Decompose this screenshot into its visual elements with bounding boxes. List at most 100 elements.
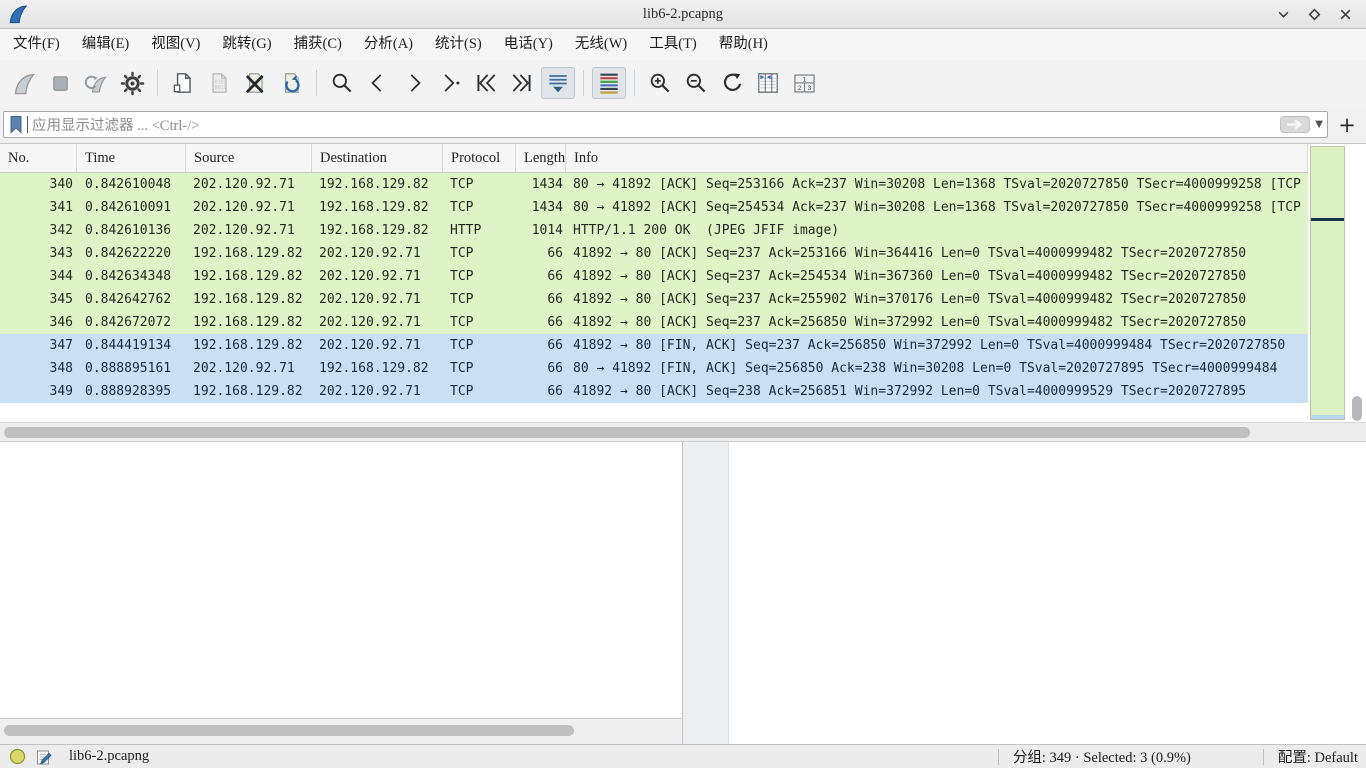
go-forward-button[interactable] (397, 67, 431, 99)
search-icon (329, 70, 355, 96)
menu-item-edit[interactable]: 编辑(E) (71, 29, 141, 60)
column-header-info[interactable]: Info (566, 144, 1308, 172)
zoom-reset-button[interactable] (715, 67, 749, 99)
expert-info-icon[interactable] (9, 748, 26, 765)
menu-item-go[interactable]: 跳转(G) (211, 29, 282, 60)
minimap-selection (1311, 415, 1344, 419)
reload-file-button[interactable] (274, 67, 308, 99)
pane-splitter[interactable] (683, 442, 729, 744)
packet-row[interactable]: 3440.842634348192.168.129.82202.120.92.7… (0, 265, 1308, 288)
start-capture-button[interactable] (7, 67, 41, 99)
menu-item-help[interactable]: 帮助(H) (708, 29, 779, 60)
packet-details-pane[interactable] (0, 442, 682, 719)
packet-row[interactable]: 3450.842642762192.168.129.82202.120.92.7… (0, 288, 1308, 311)
packet-no: 344 (0, 265, 77, 288)
packet-row[interactable]: 3490.888928395192.168.129.82202.120.92.7… (0, 380, 1308, 403)
filter-placeholder: 应用显示过滤器 ... <Ctrl-/> (32, 114, 1274, 135)
colorize-packets-button[interactable] (592, 67, 626, 99)
packet-list-hscrollbar[interactable] (0, 422, 1366, 442)
packet-bytes-pane[interactable] (729, 442, 1366, 744)
packet-length: 66 (516, 311, 566, 334)
packet-info: 41892 → 80 [ACK] Seq=237 Ack=255902 Win=… (566, 288, 1308, 311)
packet-row[interactable]: 3410.842610091202.120.92.71192.168.129.8… (0, 196, 1308, 219)
packet-row[interactable]: 3460.842672072192.168.129.82202.120.92.7… (0, 311, 1308, 334)
save-file-button[interactable]: 01010011 (202, 67, 236, 99)
intelligent-scrollbar-map[interactable] (1310, 146, 1345, 420)
window-title: lib6-2.pcapng (0, 6, 1366, 23)
zoom-in-button[interactable] (643, 67, 677, 99)
packet-info: 41892 → 80 [ACK] Seq=238 Ack=256851 Win=… (566, 380, 1308, 403)
column-header-time[interactable]: Time (77, 144, 186, 172)
go-first-packet-button[interactable] (469, 67, 503, 99)
go-to-packet-button[interactable] (433, 67, 467, 99)
packet-row[interactable]: 3420.842610136202.120.92.71192.168.129.8… (0, 219, 1308, 242)
menu-item-view[interactable]: 视图(V) (140, 29, 211, 60)
filter-dropdown-icon[interactable]: ▼ (1315, 119, 1323, 130)
packet-row[interactable]: 3430.842622220192.168.129.82202.120.92.7… (0, 242, 1308, 265)
menu-item-analyze[interactable]: 分析(A) (353, 29, 424, 60)
capture-options-button[interactable] (115, 67, 149, 99)
zoom-reset-icon (719, 70, 745, 96)
open-file-icon (170, 70, 196, 96)
reload-file-icon (278, 70, 304, 96)
menu-item-file[interactable]: 文件(F) (2, 29, 71, 60)
packet-list-header: No. Time Source Destination Protocol Len… (0, 144, 1308, 173)
display-filter-input[interactable]: 应用显示过滤器 ... <Ctrl-/> ▼ (3, 111, 1328, 138)
auto-scroll-button[interactable] (541, 67, 575, 99)
column-header-protocol[interactable]: Protocol (443, 144, 516, 172)
go-back-button[interactable] (361, 67, 395, 99)
find-packet-button[interactable] (325, 67, 359, 99)
packet-row[interactable]: 3400.842610048202.120.92.71192.168.129.8… (0, 173, 1308, 196)
packet-no: 346 (0, 311, 77, 334)
close-icon[interactable] (1338, 7, 1352, 21)
column-header-no[interactable]: No. (0, 144, 77, 172)
stop-capture-button[interactable] (43, 67, 77, 99)
packet-list: No. Time Source Destination Protocol Len… (0, 144, 1366, 422)
packet-no: 342 (0, 219, 77, 242)
add-filter-button[interactable]: + (1334, 113, 1360, 137)
menu-item-capture[interactable]: 捕获(C) (283, 29, 353, 60)
resize-columns-button[interactable] (751, 67, 785, 99)
packet-protocol: HTTP (443, 219, 516, 242)
detail-panes (0, 442, 1366, 744)
status-profile[interactable]: 配置: Default (1278, 746, 1358, 767)
packet-info: 41892 → 80 [ACK] Seq=237 Ack=253166 Win=… (566, 242, 1308, 265)
packet-info: HTTP/1.1 200 OK (JPEG JFIF image) (566, 219, 1308, 242)
capture-comment-icon[interactable] (36, 748, 53, 766)
details-hscrollbar[interactable] (0, 719, 682, 743)
packet-source: 202.120.92.71 (186, 219, 312, 242)
vertical-scrollbar-thumb[interactable] (1352, 396, 1362, 421)
column-header-length[interactable]: Length (516, 144, 566, 172)
close-file-button[interactable] (238, 67, 272, 99)
menu-item-statistics[interactable]: 统计(S) (424, 29, 493, 60)
packet-row[interactable]: 3480.888895161202.120.92.71192.168.129.8… (0, 357, 1308, 380)
go-to-packet-icon (437, 70, 463, 96)
menu-item-wireless[interactable]: 无线(W) (564, 29, 638, 60)
bookmark-icon[interactable] (9, 115, 23, 134)
column-header-destination[interactable]: Destination (312, 144, 443, 172)
minimize-icon[interactable] (1276, 7, 1290, 21)
column-header-source[interactable]: Source (186, 144, 312, 172)
packet-time: 0.842672072 (77, 311, 186, 334)
restart-capture-button[interactable] (79, 67, 113, 99)
status-divider (1263, 749, 1264, 765)
pane-layout-button[interactable]: 123 (787, 67, 821, 99)
packet-time: 0.842610091 (77, 196, 186, 219)
packet-source: 192.168.129.82 (186, 265, 312, 288)
svg-text:1: 1 (802, 76, 806, 83)
packet-time: 0.842610136 (77, 219, 186, 242)
packet-length: 1434 (516, 196, 566, 219)
go-last-packet-button[interactable] (505, 67, 539, 99)
zoom-out-button[interactable] (679, 67, 713, 99)
menu-item-tools[interactable]: 工具(T) (638, 29, 708, 60)
hscrollbar-thumb[interactable] (4, 427, 1250, 438)
apply-filter-icon[interactable] (1280, 116, 1310, 133)
packet-time: 0.888895161 (77, 357, 186, 380)
packet-protocol: TCP (443, 357, 516, 380)
packet-row[interactable]: 3470.844419134192.168.129.82202.120.92.7… (0, 334, 1308, 357)
maximize-icon[interactable] (1307, 7, 1321, 21)
open-file-button[interactable] (166, 67, 200, 99)
menu-item-telephony[interactable]: 电话(Y) (493, 29, 564, 60)
details-hscrollbar-thumb[interactable] (4, 725, 574, 736)
packet-details-column (0, 442, 683, 744)
